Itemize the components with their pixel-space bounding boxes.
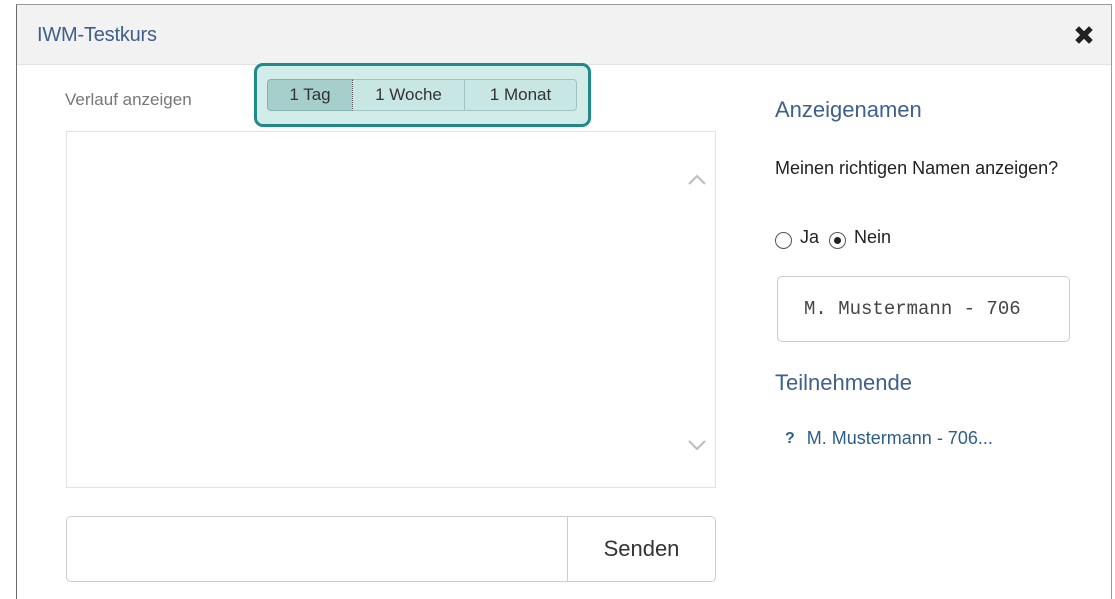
dialog-title: IWM-Testkurs	[37, 24, 157, 46]
history-range-tabs: 1 Tag 1 Woche 1 Monat	[254, 63, 591, 127]
radio-yes[interactable]	[775, 231, 792, 249]
chat-history-pane[interactable]	[66, 131, 716, 488]
radio-no-label: Nein	[854, 226, 892, 247]
display-name-heading: Anzeigenamen	[775, 97, 922, 122]
tab-1-day[interactable]: 1 Tag	[267, 79, 353, 111]
display-name-field[interactable]	[777, 276, 1070, 342]
dialog-titlebar: IWM-Testkurs	[17, 5, 1111, 65]
tab-1-month[interactable]: 1 Monat	[464, 79, 577, 111]
real-name-radio-group: Ja Nein	[775, 223, 901, 251]
question-mark-icon: ?	[785, 429, 795, 447]
participant-name: M. Mustermann - 706...	[806, 428, 993, 448]
send-button[interactable]: Senden	[567, 516, 716, 582]
show-real-name-question: Meinen richtigen Namen anzeigen?	[775, 158, 1059, 178]
chat-dialog: IWM-Testkurs Verlauf anzeigen 1 Tag 1 Wo…	[16, 4, 1112, 599]
radio-yes-label: Ja	[800, 226, 820, 247]
participants-heading: Teilnehmende	[775, 370, 912, 395]
radio-no[interactable]	[829, 231, 847, 249]
close-icon[interactable]	[1071, 22, 1097, 48]
chevron-down-icon[interactable]	[687, 439, 707, 453]
chevron-up-icon[interactable]	[687, 172, 707, 186]
message-input[interactable]	[66, 516, 568, 582]
participant-item[interactable]: ? M. Mustermann - 706...	[785, 428, 993, 449]
tab-1-week[interactable]: 1 Woche	[352, 79, 465, 111]
history-label: Verlauf anzeigen	[65, 90, 192, 109]
